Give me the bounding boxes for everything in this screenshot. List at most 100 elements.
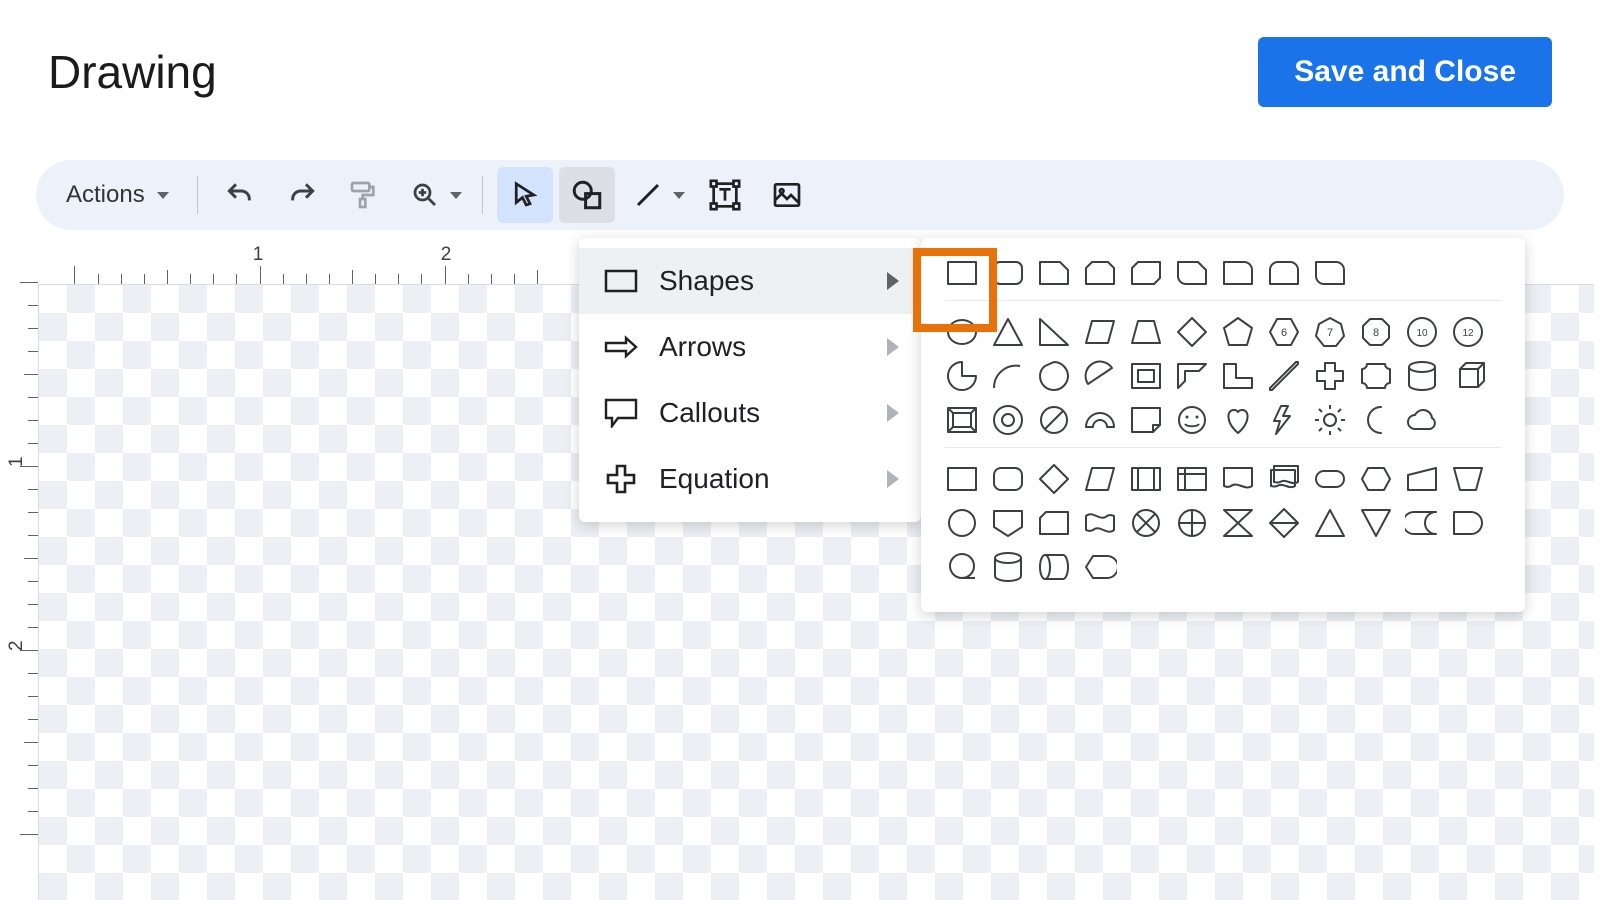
shape-right-triangle[interactable] — [1037, 315, 1071, 349]
shape-octagon[interactable]: 8 — [1359, 315, 1393, 349]
shape-cross[interactable] — [1313, 359, 1347, 393]
shape-donut[interactable] — [991, 403, 1025, 437]
toolbar-divider — [482, 176, 483, 214]
toolbar-container: Actions — [0, 120, 1600, 230]
shape-flowchart-data[interactable] — [1083, 462, 1117, 496]
palette-group-flowchart — [945, 506, 1501, 540]
shape-flowchart-preparation[interactable] — [1359, 462, 1393, 496]
shape-pie[interactable] — [945, 359, 979, 393]
chevron-right-icon — [887, 272, 899, 290]
menu-item-arrows[interactable]: Arrows — [579, 314, 921, 380]
shape-flowchart-merge[interactable] — [1359, 506, 1393, 540]
shape-flowchart-extract[interactable] — [1313, 506, 1347, 540]
shape-half-frame[interactable] — [1175, 359, 1209, 393]
shape-flowchart-card[interactable] — [1037, 506, 1071, 540]
line-tool-button[interactable] — [621, 167, 691, 223]
shape-cube[interactable] — [1451, 359, 1485, 393]
shape-pentagon[interactable] — [1221, 315, 1255, 349]
shape-flowchart-sequential-access-storage[interactable] — [945, 550, 979, 584]
shape-diamond[interactable] — [1175, 315, 1209, 349]
cursor-icon — [510, 180, 540, 210]
text-box-button[interactable] — [697, 167, 753, 223]
shape-flowchart-connector[interactable] — [945, 506, 979, 540]
shape-parallelogram[interactable] — [1083, 315, 1117, 349]
select-tool-button[interactable] — [497, 167, 553, 223]
save-and-close-button[interactable]: Save and Close — [1258, 37, 1552, 107]
shape-flowchart-direct-access-storage[interactable] — [1037, 550, 1071, 584]
undo-button[interactable] — [212, 167, 268, 223]
shape-heart[interactable] — [1221, 403, 1255, 437]
shape-flowchart-terminator[interactable] — [1313, 462, 1347, 496]
shape-lightning-bolt[interactable] — [1267, 403, 1301, 437]
shape-flowchart-internal-storage[interactable] — [1175, 462, 1209, 496]
menu-item-callouts[interactable]: Callouts — [579, 380, 921, 446]
shape-l-shape[interactable] — [1221, 359, 1255, 393]
zoom-button[interactable] — [398, 167, 468, 223]
shape-snip-diagonal-corner-rectangle[interactable] — [1129, 256, 1163, 290]
shape-bevel[interactable] — [945, 403, 979, 437]
shape-rounded-rectangle[interactable] — [991, 256, 1025, 290]
shape-flowchart-summing-junction[interactable] — [1129, 506, 1163, 540]
shape-flowchart-magnetic-disk[interactable] — [991, 550, 1025, 584]
shape-flowchart-offpage-connector[interactable] — [991, 506, 1025, 540]
shape-flowchart-multidocument[interactable] — [1267, 462, 1301, 496]
svg-text:7: 7 — [1327, 327, 1333, 339]
shape-arc[interactable] — [991, 359, 1025, 393]
shape-snip-same-side-corner-rectangle[interactable] — [1083, 256, 1117, 290]
chevron-right-icon — [887, 338, 899, 356]
shape-diagonal-stripe[interactable] — [1267, 359, 1301, 393]
shape-dodecagon[interactable]: 12 — [1451, 315, 1485, 349]
svg-text:10: 10 — [1416, 328, 1428, 339]
shape-snip-single-corner-rectangle[interactable] — [1037, 256, 1071, 290]
shape-triangle[interactable] — [991, 315, 1025, 349]
shape-flowchart-alternate-process[interactable] — [991, 462, 1025, 496]
shape-flowchart-collate[interactable] — [1221, 506, 1255, 540]
line-icon — [633, 180, 663, 210]
shape-folded-corner[interactable] — [1129, 403, 1163, 437]
menu-item-shapes[interactable]: Shapes — [579, 248, 921, 314]
shape-category-menu: Shapes Arrows Callouts Equation — [579, 238, 921, 522]
shape-flowchart-manual-input[interactable] — [1405, 462, 1439, 496]
shape-rectangle[interactable] — [945, 256, 979, 290]
shape-flowchart-decision[interactable] — [1037, 462, 1071, 496]
shape-flowchart-document[interactable] — [1221, 462, 1255, 496]
menu-item-equation[interactable]: Equation — [579, 446, 921, 512]
chevron-down-icon — [450, 192, 462, 199]
shape-can[interactable] — [1405, 359, 1439, 393]
redo-button[interactable] — [274, 167, 330, 223]
shape-plaque[interactable] — [1359, 359, 1393, 393]
shape-flowchart-display[interactable] — [1083, 550, 1117, 584]
shape-moon[interactable] — [1359, 403, 1393, 437]
shape-flowchart-stored-data[interactable] — [1405, 506, 1439, 540]
shape-flowchart-delay[interactable] — [1451, 506, 1485, 540]
image-button[interactable] — [759, 167, 815, 223]
shape-round-diagonal-corner-rectangle[interactable] — [1313, 256, 1347, 290]
shape-flowchart-sort[interactable] — [1267, 506, 1301, 540]
shape-heptagon[interactable]: 7 — [1313, 315, 1347, 349]
shape-frame[interactable] — [1129, 359, 1163, 393]
shape-flowchart-manual-operation[interactable] — [1451, 462, 1485, 496]
shape-round-single-corner-rectangle[interactable] — [1221, 256, 1255, 290]
shape-teardrop[interactable] — [1037, 359, 1071, 393]
shape-decagon[interactable]: 10 — [1405, 315, 1439, 349]
shape-flowchart-predefined-process[interactable] — [1129, 462, 1163, 496]
shape-sun[interactable] — [1313, 403, 1347, 437]
shape-flowchart-or[interactable] — [1175, 506, 1209, 540]
shape-block-arc[interactable] — [1083, 403, 1117, 437]
shape-round-same-side-corner-rectangle[interactable] — [1267, 256, 1301, 290]
svg-text:8: 8 — [1373, 327, 1379, 339]
palette-group-flowchart — [945, 550, 1501, 584]
shape-snip-and-round-single-corner-rectangle[interactable] — [1175, 256, 1209, 290]
actions-menu[interactable]: Actions — [52, 173, 183, 217]
shape-no-symbol[interactable] — [1037, 403, 1071, 437]
shape-hexagon[interactable]: 6 — [1267, 315, 1301, 349]
shape-cloud[interactable] — [1405, 403, 1439, 437]
shape-trapezoid[interactable] — [1129, 315, 1163, 349]
shape-flowchart-punched-tape[interactable] — [1083, 506, 1117, 540]
shape-ellipse[interactable] — [945, 315, 979, 349]
shape-smiley-face[interactable] — [1175, 403, 1209, 437]
shape-tool-button[interactable] — [559, 167, 615, 223]
shape-chord[interactable] — [1083, 359, 1117, 393]
paint-format-button[interactable] — [336, 167, 392, 223]
shape-flowchart-process[interactable] — [945, 462, 979, 496]
